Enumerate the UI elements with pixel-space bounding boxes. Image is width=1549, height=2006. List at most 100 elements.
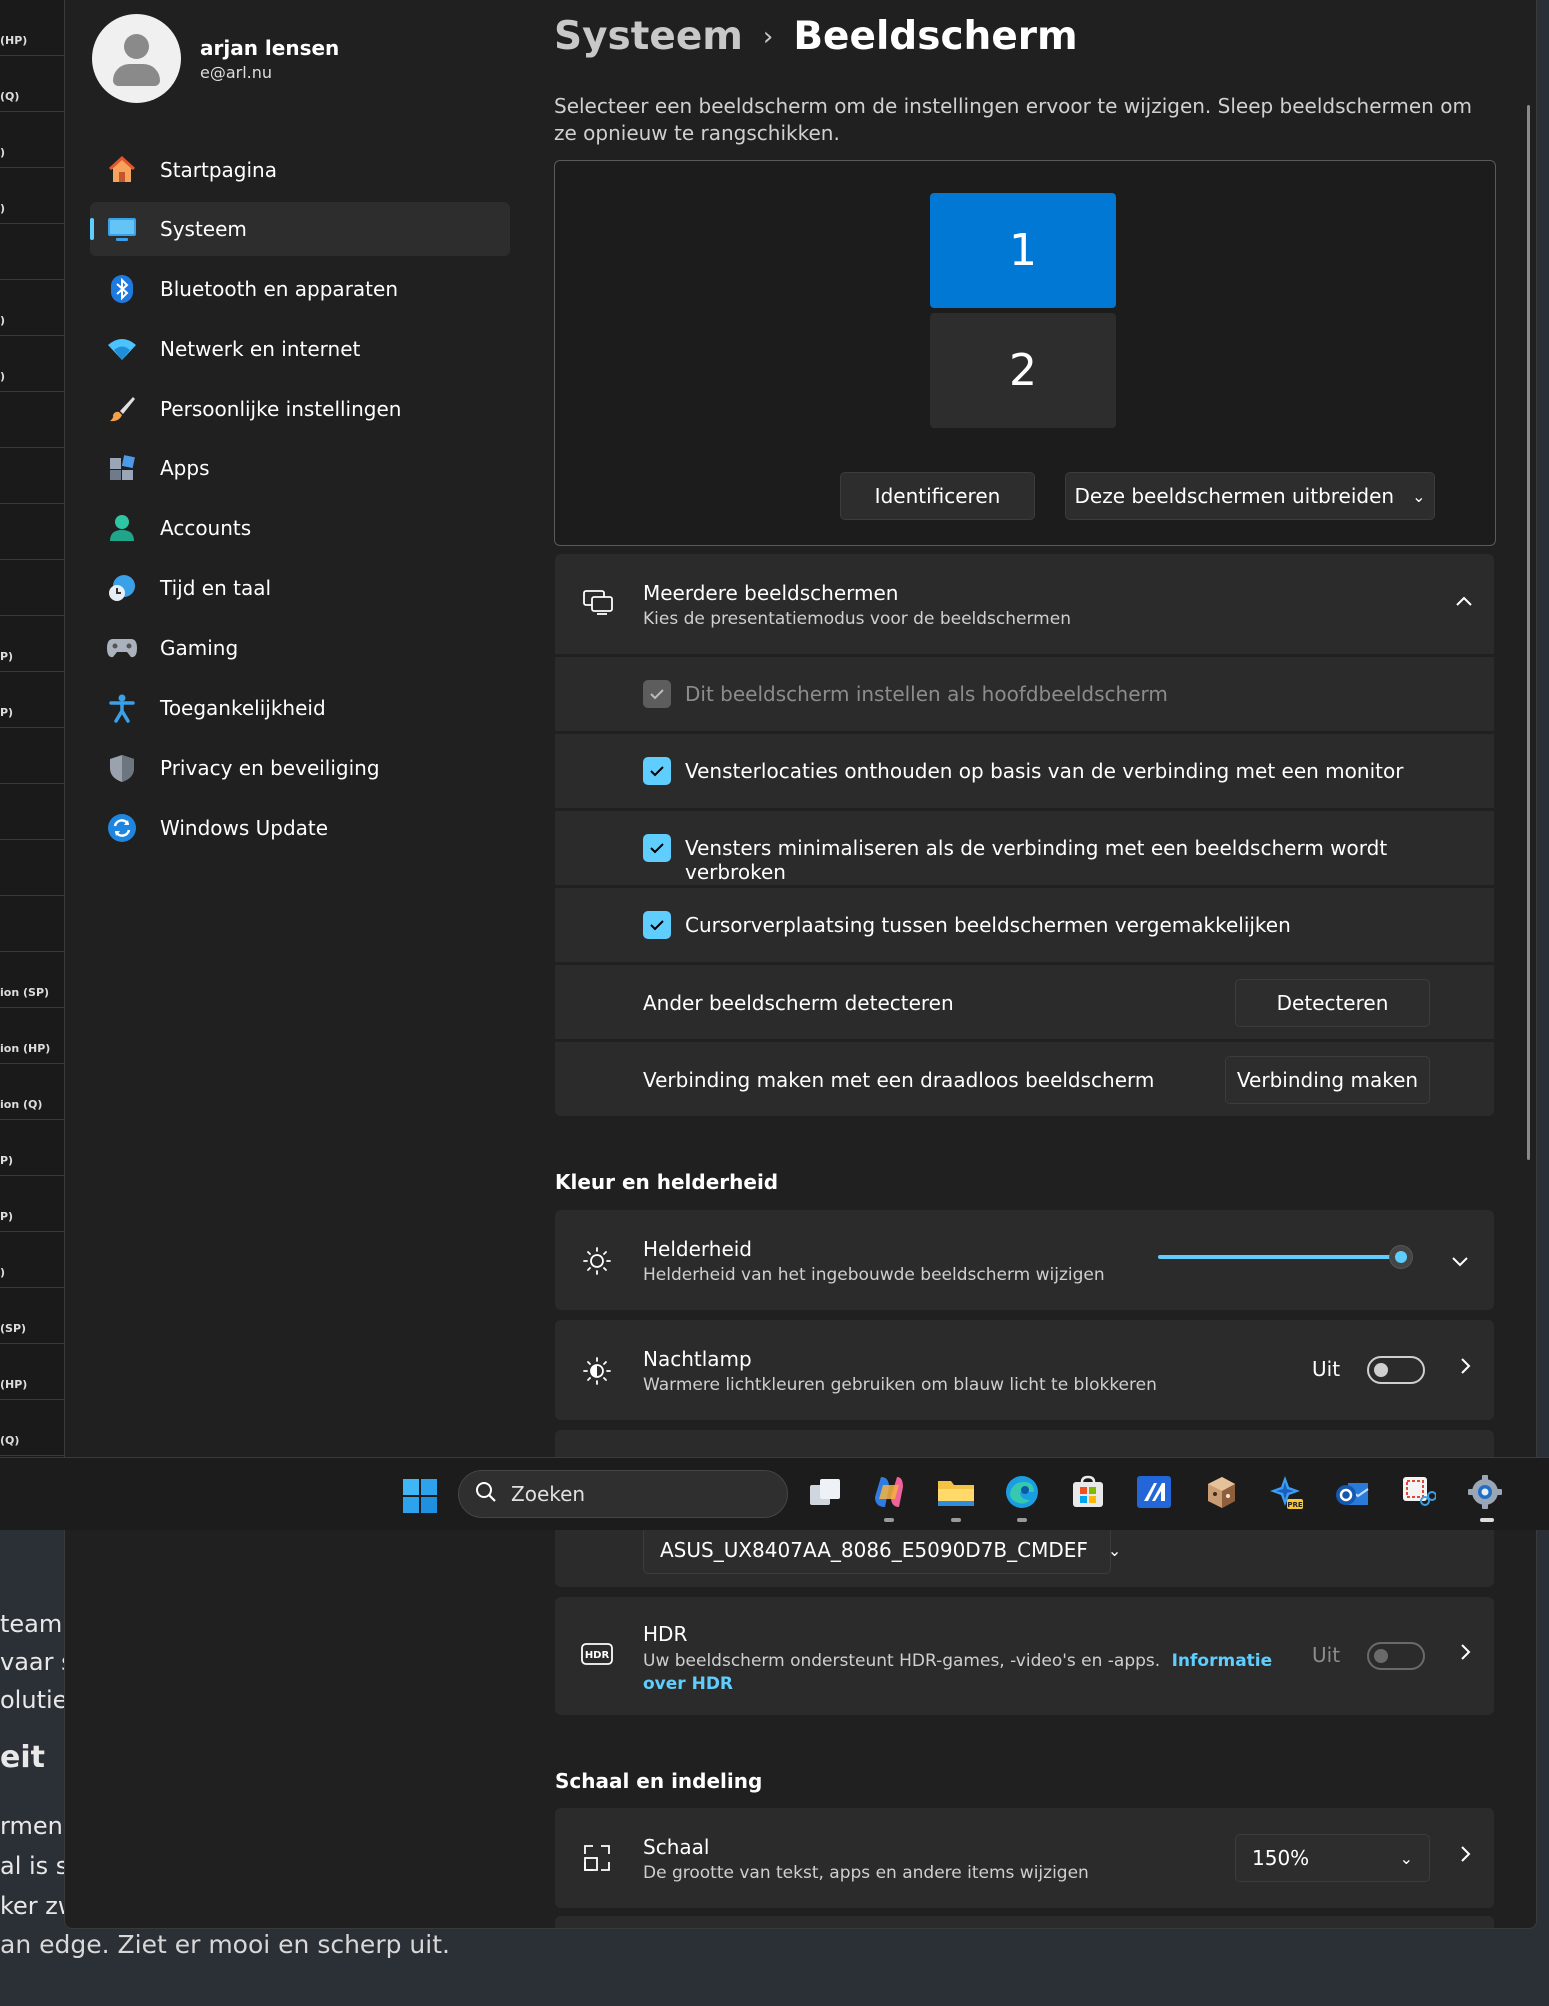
user-profile[interactable]: arjan lensen e@arl.nu [92, 14, 339, 103]
sidebar-item-persoonlijke-instellingen[interactable]: Persoonlijke instellingen [90, 382, 510, 436]
chevron-down-icon: ⌄ [1107, 1540, 1122, 1560]
nightlight-toggle[interactable] [1367, 1356, 1425, 1384]
dice-app-icon[interactable] [1201, 1472, 1241, 1512]
detect-row: Ander beeldscherm detecteren Detecteren [555, 965, 1494, 1039]
hdr-state: Uit [1312, 1643, 1341, 1667]
scale-card[interactable]: Schaal De grootte van tekst, apps en and… [555, 1808, 1494, 1908]
background-list-row [0, 224, 64, 280]
settings-icon[interactable] [1465, 1472, 1505, 1512]
scale-icon [583, 1844, 611, 1876]
scale-value: 150% [1252, 1846, 1310, 1870]
background-list-row [0, 448, 64, 504]
chevron-right-icon[interactable] [1459, 1642, 1471, 1667]
multiple-displays-icon [583, 590, 613, 620]
sidebar-item-label: Toegankelijkheid [160, 696, 326, 720]
windows-logo-icon [403, 1479, 437, 1513]
scale-dropdown[interactable]: 150% ⌄ [1235, 1834, 1430, 1882]
background-list-row: ion (Q) [0, 1064, 64, 1120]
multiple-displays-header[interactable]: Meerdere beeldschermen Kies de presentat… [555, 554, 1494, 654]
background-list-row [0, 784, 64, 840]
brightness-slider[interactable] [1158, 1245, 1413, 1269]
edge-icon[interactable] [1002, 1472, 1042, 1512]
display-arrangement[interactable]: 1 2 Identificeren Deze beeldschermen uit… [554, 160, 1496, 546]
minimize-windows-checkbox[interactable] [643, 834, 671, 862]
chevron-down-icon: ⌄ [1399, 1848, 1413, 1868]
hdr-description: Uw beeldscherm ondersteunt HDR-games, -v… [643, 1650, 1283, 1696]
file-explorer-icon[interactable] [936, 1472, 976, 1512]
primary-display-checkbox[interactable] [643, 680, 671, 708]
sidebar-item-accounts[interactable]: Accounts [90, 501, 510, 555]
detect-label: Ander beeldscherm detecteren [643, 991, 954, 1015]
sidebar-item-privacy[interactable]: Privacy en beveiliging [90, 741, 510, 795]
chevron-up-icon[interactable] [1455, 588, 1473, 613]
settings-window: arjan lensen e@arl.nu Startpagina Systee… [64, 0, 1537, 1929]
sidebar-item-startpagina[interactable]: Startpagina [90, 143, 510, 197]
section-scale-layout: Schaal en indeling [555, 1769, 763, 1793]
update-icon [106, 812, 138, 844]
chevron-down-icon[interactable] [1451, 1248, 1469, 1273]
task-view-icon[interactable] [805, 1472, 845, 1512]
sidebar-item-label: Netwerk en internet [160, 337, 361, 361]
sidebar-item-gaming[interactable]: Gaming [90, 621, 510, 675]
sidebar-item-apps[interactable]: Apps [90, 441, 510, 495]
detect-button[interactable]: Detecteren [1235, 979, 1430, 1027]
background-list-row: P) [0, 1176, 64, 1232]
hdr-toggle[interactable] [1367, 1642, 1425, 1670]
copilot-icon[interactable] [869, 1472, 909, 1512]
ease-cursor-movement-checkbox[interactable] [643, 911, 671, 939]
background-list: (HP) (Q))))) P) P) ion (SP) ion (HP) ion (Q) P)… [0, 0, 65, 1460]
nightlight-card[interactable]: Nachtlamp Warmere lichtkleuren gebruiken… [555, 1320, 1494, 1420]
background-list-row: P) [0, 1120, 64, 1176]
chevron-right-icon[interactable] [1459, 1356, 1471, 1381]
sidebar-item-toegankelijkheid[interactable]: Toegankelijkheid [90, 681, 510, 735]
remember-window-locations-checkbox[interactable] [643, 757, 671, 785]
display-mode-dropdown[interactable]: Deze beeldschermen uitbreiden ⌄ [1065, 472, 1435, 520]
hdr-card[interactable]: HDR HDR Uw beeldscherm ondersteunt HDR-g… [555, 1597, 1494, 1715]
sidebar-item-netwerk[interactable]: Netwerk en internet [90, 322, 510, 376]
sidebar-item-label: Tijd en taal [160, 576, 272, 600]
app-icon[interactable] [1134, 1472, 1174, 1512]
background-list-row: ion (HP) [0, 1008, 64, 1064]
background-list-row: (HP) [0, 1344, 64, 1400]
store-icon[interactable] [1068, 1472, 1108, 1512]
background-list-row [0, 840, 64, 896]
start-button[interactable] [402, 1478, 438, 1514]
sidebar-item-bluetooth[interactable]: Bluetooth en apparaten [90, 262, 510, 316]
svg-text:PRE: PRE [1287, 1501, 1303, 1509]
brightness-subtitle: Helderheid van het ingebouwde beeldscher… [643, 1265, 1105, 1285]
background-list-row [0, 728, 64, 784]
background-list-row: ) [0, 1232, 64, 1288]
accounts-icon [106, 512, 138, 544]
taskbar-search[interactable]: Zoeken [458, 1470, 788, 1518]
connect-button[interactable]: Verbinding maken [1225, 1056, 1430, 1104]
background-list-row: P) [0, 616, 64, 672]
primary-display-label: Dit beeldscherm instellen als hoofdbeeld… [685, 682, 1168, 706]
scrollbar[interactable] [1527, 105, 1530, 1160]
breadcrumb-parent[interactable]: Systeem [554, 14, 743, 59]
identify-button[interactable]: Identificeren [840, 472, 1035, 520]
chevron-right-icon[interactable] [1459, 1844, 1471, 1869]
background-list-row [0, 504, 64, 560]
sidebar-item-label: Systeem [160, 217, 247, 241]
color-profile-dropdown[interactable]: ASUS_UX8407AA_8086_E5090D7B_CMDEF ⌄ [643, 1526, 1121, 1574]
background-list-row: ) [0, 280, 64, 336]
brightness-title: Helderheid [643, 1237, 753, 1261]
sidebar-item-label: Gaming [160, 636, 239, 660]
background-edge-text: an edge. Ziet er mooi en scherp uit. [0, 1930, 450, 1959]
user-email: e@arl.nu [200, 62, 273, 82]
sidebar-item-windows-update[interactable]: Windows Update [90, 801, 510, 855]
sidebar-item-tijd-en-taal[interactable]: Tijd en taal [90, 561, 510, 615]
scale-title: Schaal [643, 1835, 710, 1859]
multiple-displays-subtitle: Kies de presentatiemodus voor de beeldsc… [643, 609, 1071, 629]
snipping-tool-icon[interactable] [1398, 1472, 1438, 1512]
avatar [92, 14, 181, 103]
outlook-icon[interactable] [1332, 1472, 1372, 1512]
brightness-slider-thumb[interactable] [1389, 1245, 1413, 1269]
sidebar-item-label: Privacy en beveiliging [160, 756, 380, 780]
wifi-icon [106, 333, 138, 365]
pre-app-icon[interactable]: PRE [1266, 1472, 1306, 1512]
monitor-1[interactable]: 1 [930, 193, 1116, 308]
page-title: Beeldscherm [793, 14, 1078, 59]
sidebar-item-systeem[interactable]: Systeem [90, 202, 510, 256]
monitor-2[interactable]: 2 [930, 313, 1116, 428]
